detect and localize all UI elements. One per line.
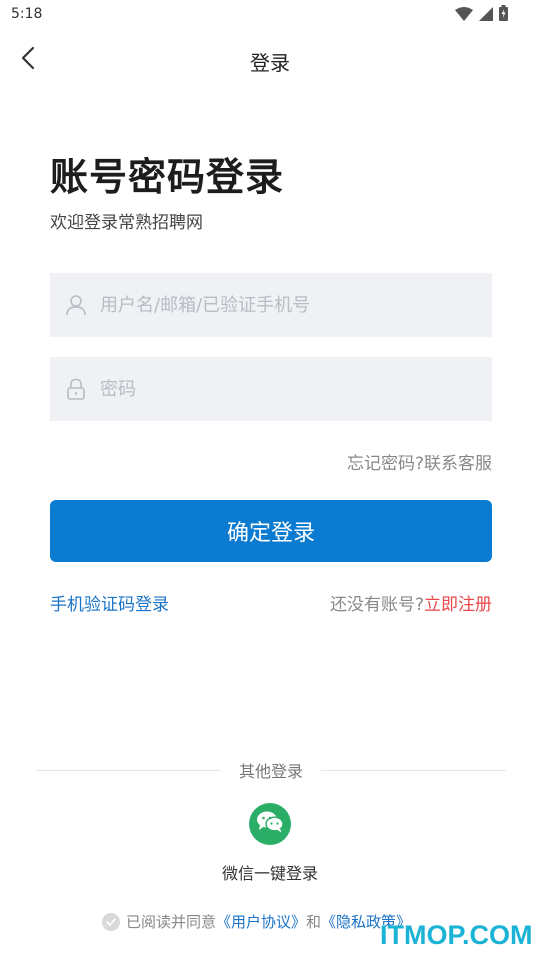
divider-line-right [321, 769, 507, 771]
password-input[interactable] [100, 378, 460, 400]
watermark: ITMOP.COM [380, 920, 533, 950]
other-login-divider: 其他登录 [36, 758, 507, 782]
signal-icon [479, 6, 493, 25]
user-agreement-link[interactable]: 《用户协议》 [216, 911, 306, 932]
agreement-prefix: 已阅读并同意 [126, 913, 217, 931]
wechat-icon [256, 810, 284, 838]
sms-login-link[interactable]: 手机验证码登录 [50, 590, 169, 615]
divider-line-left [36, 769, 221, 771]
wechat-login-button[interactable] [249, 803, 291, 845]
nav-bar: 登录 [0, 38, 540, 82]
page-title: 登录 [250, 51, 290, 75]
login-heading: 账号密码登录 [50, 155, 285, 199]
login-subheading: 欢迎登录常熟招聘网 [50, 213, 203, 233]
status-icons [455, 5, 508, 25]
other-login-label: 其他登录 [239, 762, 304, 781]
contact-support-link[interactable]: 联系客服 [424, 454, 492, 474]
agreement-and: 和 [306, 913, 322, 931]
wechat-login-label: 微信一键登录 [221, 864, 318, 883]
status-time: 5:18 [11, 6, 43, 22]
username-input[interactable] [100, 294, 460, 316]
register-row: 还没有账号?立即注册 [330, 590, 492, 615]
status-bar: 5:18 [0, 0, 540, 30]
lock-icon [66, 378, 86, 400]
login-button[interactable]: 确定登录 [50, 500, 492, 562]
battery-icon [499, 5, 508, 25]
agreement-row: 已阅读并同意 《用户协议》 和 《隐私政策》 [102, 911, 411, 932]
forgot-password-link[interactable]: 忘记密码? [347, 454, 424, 474]
user-icon [66, 294, 86, 316]
wifi-icon [455, 6, 473, 25]
no-account-text: 还没有账号? [329, 595, 424, 615]
register-link[interactable]: 立即注册 [424, 595, 492, 615]
password-field[interactable] [50, 357, 492, 421]
agreement-checkbox[interactable] [102, 912, 120, 931]
forgot-row: 忘记密码?联系客服 [347, 449, 492, 474]
username-field[interactable] [50, 273, 492, 337]
